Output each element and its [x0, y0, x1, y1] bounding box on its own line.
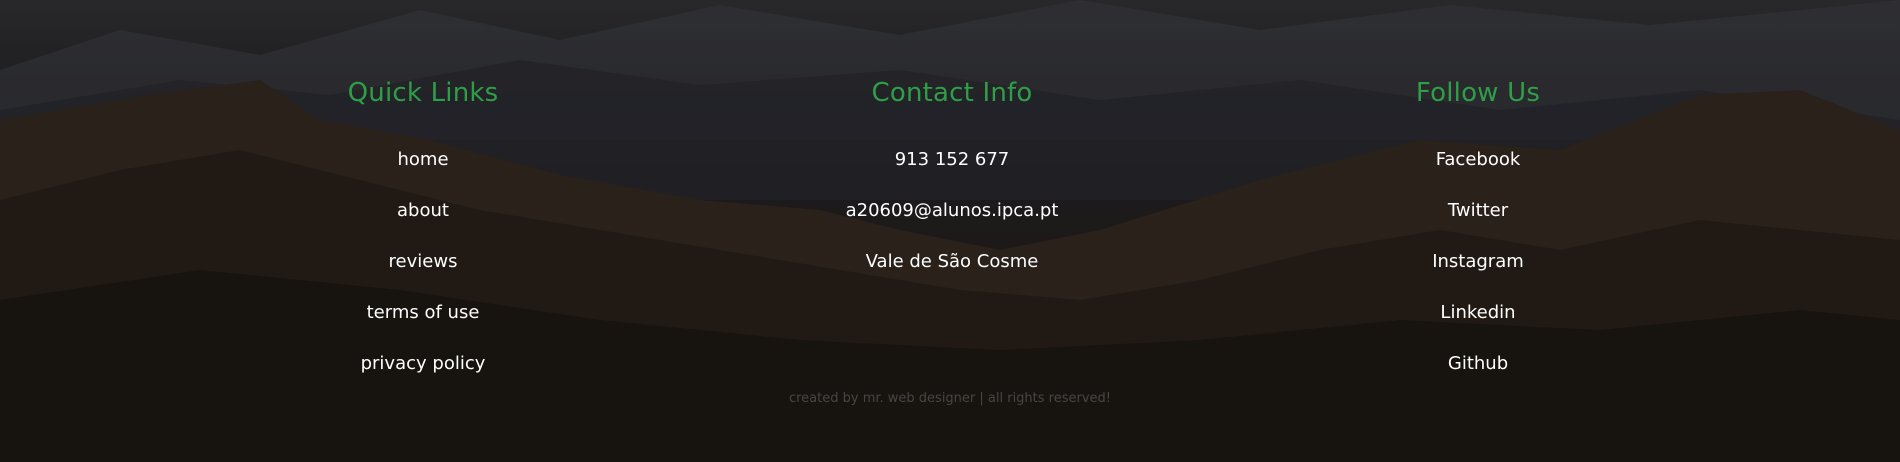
- quick-links-section: Quick Links home about reviews terms of …: [223, 78, 623, 403]
- link-terms-of-use[interactable]: terms of use: [223, 301, 623, 352]
- footer-credit: created by mr. web designer | all rights…: [788, 391, 1112, 406]
- quick-links-heading: Quick Links: [347, 78, 499, 108]
- contact-address[interactable]: Vale de São Cosme: [752, 250, 1152, 301]
- link-about[interactable]: about: [223, 199, 623, 250]
- link-home[interactable]: home: [223, 148, 623, 199]
- follow-us-heading: Follow Us: [1415, 78, 1541, 108]
- link-twitter[interactable]: Twitter: [1278, 199, 1678, 250]
- contact-email[interactable]: a20609@alunos.ipca.pt: [752, 199, 1152, 250]
- link-facebook[interactable]: Facebook: [1278, 148, 1678, 199]
- site-footer: Quick Links home about reviews terms of …: [0, 0, 1900, 462]
- follow-us-section: Follow Us Facebook Twitter Instagram Lin…: [1278, 78, 1678, 403]
- link-instagram[interactable]: Instagram: [1278, 250, 1678, 301]
- contact-phone[interactable]: 913 152 677: [752, 148, 1152, 199]
- contact-info-heading: Contact Info: [871, 78, 1033, 108]
- link-reviews[interactable]: reviews: [223, 250, 623, 301]
- contact-info-section: Contact Info 913 152 677 a20609@alunos.i…: [752, 78, 1152, 301]
- link-linkedin[interactable]: Linkedin: [1278, 301, 1678, 352]
